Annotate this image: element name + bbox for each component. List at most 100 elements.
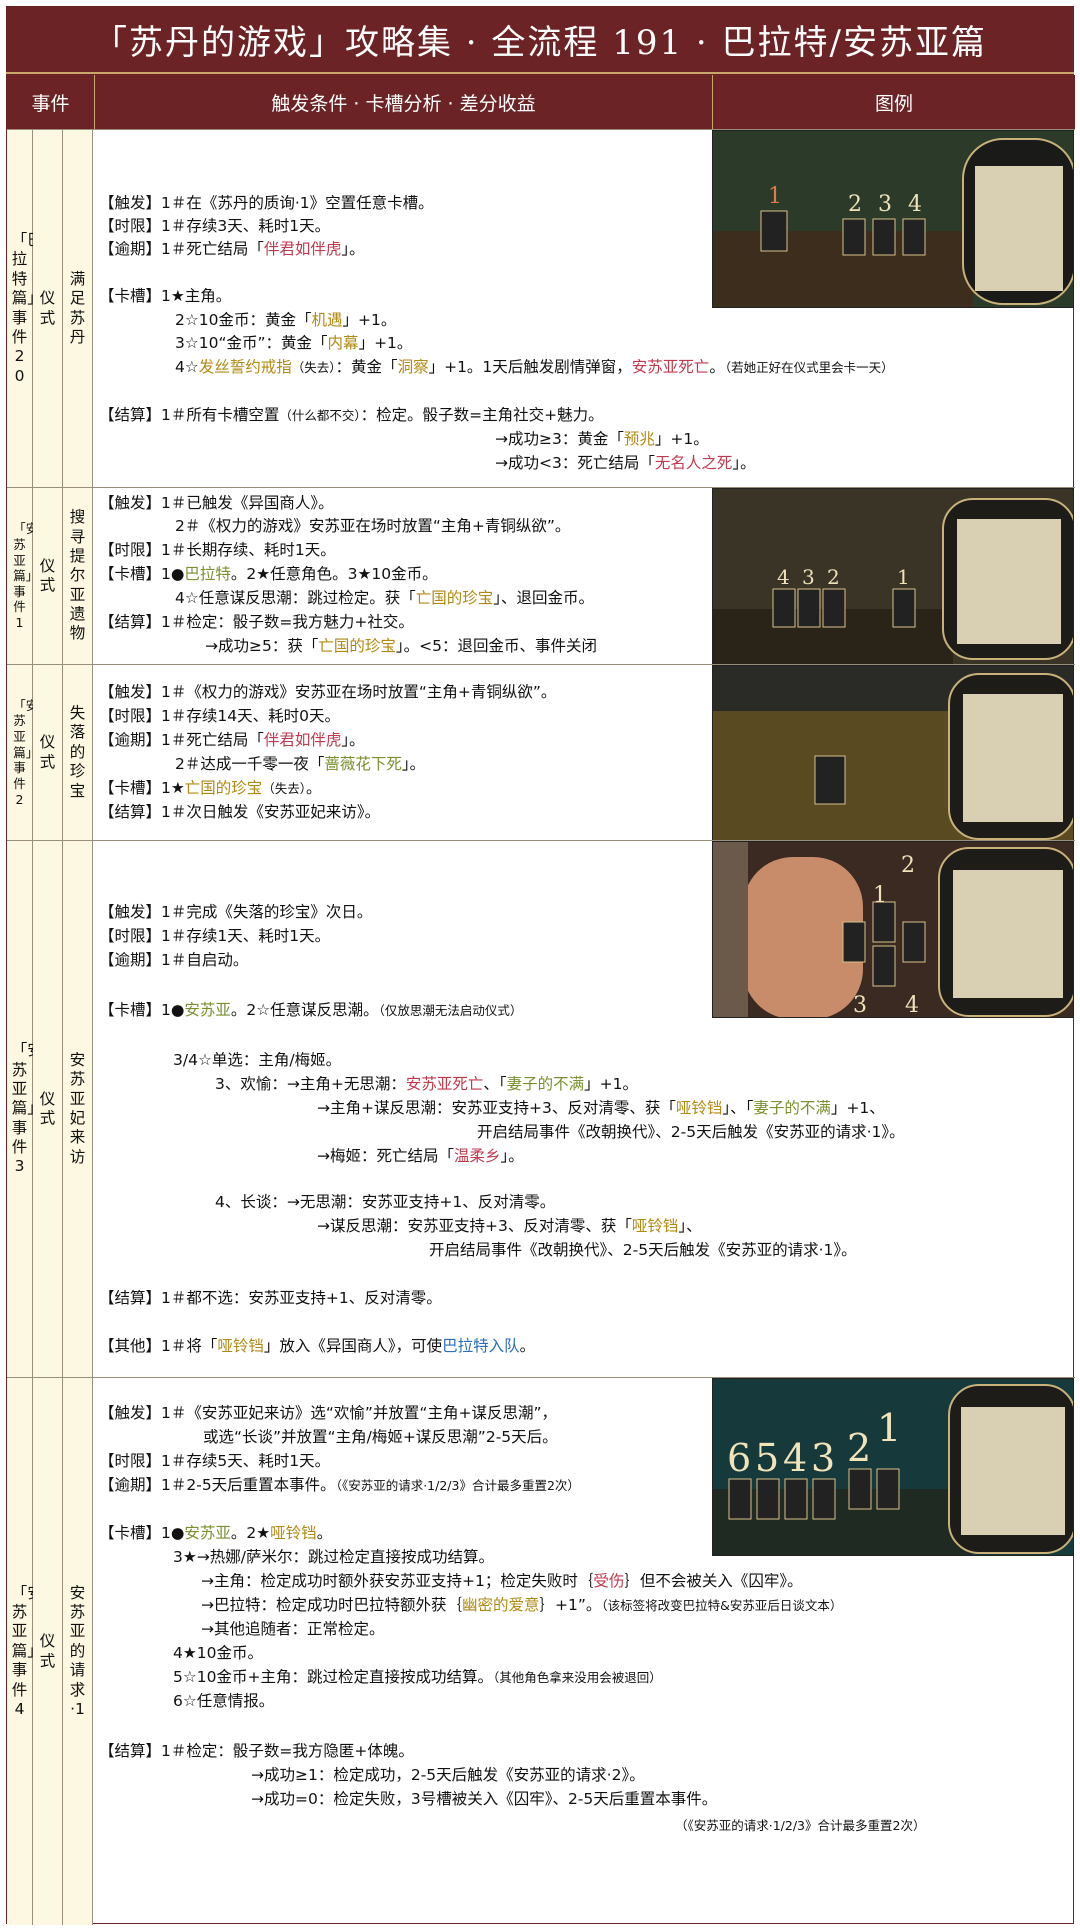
detail-line: 【结算】1＃所有卡槽空置（什么都不交）：检定。骰子数=主角社交+魅力。 — [99, 406, 604, 424]
detail-line: 2＃《权力的游戏》安苏亚在场时放置“主角+青铜纵欲”。 — [175, 517, 571, 535]
detail-line: →主角+谋反思潮：安苏亚支持+3、反对清零、获「哑铃铛」、「妻子的不满」+1、 — [317, 1099, 885, 1117]
event-name-cell: 安苏亚的请求·1 — [63, 1378, 93, 1925]
detail-line: →巴拉特：检定成功时巴拉特额外获｛幽密的爱意｝+1”。（该标签将改变巴拉特&安苏… — [201, 1596, 843, 1614]
legend-number: 5 — [755, 1436, 779, 1480]
legend-number: 1 — [877, 1406, 901, 1450]
event-name-cell: 安苏亚妃来访 — [63, 841, 93, 1377]
legend-illustration: 4 3 2 1 — [713, 489, 1073, 664]
detail-line: 【逾期】1＃2-5天后重置本事件。（《安苏亚的请求·1/2/3》合计最多重置2次… — [99, 1476, 580, 1494]
legend-number: 1 — [768, 184, 782, 209]
detail-line: →成功≥1：检定成功，2-5天后触发《安苏亚的请求·2》。 — [251, 1766, 645, 1784]
legend-illustration: 6 5 4 3 2 1 — [713, 1379, 1073, 1555]
detail-line: 【触发】1＃已触发《异国商人》。 — [99, 494, 334, 512]
legend-number: 2 — [901, 853, 915, 878]
legend-screenshot: 1 2 3 4 — [712, 841, 1074, 1018]
legend-illustration — [713, 666, 1073, 840]
event-type-cell: 仪式 — [33, 488, 63, 664]
detail-line: 【卡槽】1●安苏亚。2☆任意谋反思潮。（仅放思潮无法启动仪式） — [99, 1001, 523, 1019]
event-type-cell: 仪式 — [33, 841, 63, 1377]
detail-line: →成功<3：死亡结局「无名人之死」。 — [495, 454, 756, 472]
legend-number: 4 — [777, 565, 790, 589]
detail-line: 开启结局事件《改朝换代》、2-5天后触发《安苏亚的请求·1》。 — [477, 1123, 905, 1141]
event-row-ansuya-1: 「安苏亚篇」事件1 仪式 搜寻提尔亚遗物 【触发】1＃已触发《异国商人》。 2＃… — [7, 487, 1075, 665]
legend-number: 4 — [905, 993, 919, 1018]
detail-line: 3☆10“金币”：黄金「内幕」+1。 — [175, 334, 413, 352]
detail-line: 或选“长谈”并放置“主角/梅姬+谋反思潮”2-5天后。 — [203, 1428, 558, 1446]
detail-line: 4☆发丝誓约戒指（失去）：黄金「洞察」+1。1天后触发剧情弹窗，安苏亚死亡。（若… — [175, 358, 894, 376]
detail-line: →其他追随者：正常检定。 — [201, 1620, 385, 1638]
detail-line: 【逾期】1＃自启动。 — [99, 951, 249, 969]
event-name-cell: 失落的珍宝 — [63, 665, 93, 840]
event-series-cell: 「安苏亚篇」事件4 — [7, 1378, 43, 1925]
detail-line: 4☆任意谋反思潮：跳过检定。获「亡国的珍宝」、退回金币。 — [175, 589, 595, 607]
event-row-ansuya-4: 「安苏亚篇」事件4 仪式 安苏亚的请求·1 【触发】1＃《安苏亚妃来访》选“欢愉… — [7, 1377, 1075, 1925]
detail-line: 【卡槽】1★亡国的珍宝（失去）。 — [99, 779, 322, 797]
detail-line: 2＃达成一千零一夜「蔷薇花下死」。 — [175, 755, 426, 773]
detail-line: 3、欢愉：→主角+无思潮：安苏亚死亡、「妻子的不满」+1。 — [215, 1075, 638, 1093]
event-type-cell: 仪式 — [33, 130, 63, 487]
legend-number: 3 — [853, 993, 867, 1018]
legend-number: 2 — [848, 192, 862, 217]
detail-line: 【其他】1＃将「哑铃铛」放入《异国商人》，可使巴拉特入队。 — [99, 1337, 536, 1355]
event-row-ansuya-3: 「安苏亚篇」事件3 仪式 安苏亚妃来访 【触发】1＃完成《失落的珍宝》次日。 【… — [7, 840, 1075, 1377]
detail-line: 5☆10金币+主角：跳过检定直接按成功结算。（其他角色拿来没用会被退回） — [173, 1668, 662, 1686]
guide-table: 事件 触发条件 · 卡槽分析 · 差分收益 图例 「巴拉特篇」事件20 仪式 满… — [6, 74, 1075, 1925]
detail-line: 3★→热娜/萨米尔：跳过检定直接按成功结算。 — [173, 1548, 494, 1566]
header-legend: 图例 — [713, 75, 1075, 129]
legend-screenshot: 1 2 3 4 — [712, 130, 1074, 308]
detail-line: 【时限】1＃存续3天、耗时1天。 — [99, 217, 331, 235]
legend-number: 1 — [873, 883, 887, 908]
detail-line: 4、长谈：→无思潮：安苏亚支持+1、反对清零。 — [215, 1193, 556, 1211]
event-series-cell: 「巴拉特篇」事件20 — [7, 130, 43, 487]
legend-number: 3 — [811, 1436, 835, 1480]
legend-number: 1 — [897, 565, 910, 589]
legend-number: 2 — [847, 1426, 871, 1470]
detail-line: 【卡槽】1●安苏亚。2★哑铃铛。 — [99, 1524, 333, 1542]
header-event: 事件 — [7, 75, 95, 129]
legend-illustration: 1 2 3 4 — [713, 131, 1073, 307]
detail-line: 2☆10金币：黄金「机遇」+1。 — [175, 311, 397, 329]
legend-screenshot: 4 3 2 1 — [712, 488, 1074, 665]
detail-line: （《安苏亚的请求·1/2/3》合计最多重置2次） — [675, 1818, 926, 1833]
detail-line: 【卡槽】1★主角。 — [99, 287, 232, 305]
detail-line: 【结算】1＃检定：骰子数=我方魅力+社交。 — [99, 613, 414, 631]
page-title: 「苏丹的游戏」攻略集 · 全流程 191 · 巴拉特/安苏亚篇 — [92, 22, 987, 63]
legend-number: 6 — [727, 1436, 751, 1480]
detail-line: →成功≥5：获「亡国的珍宝」。<5：退回金币、事件关闭 — [205, 637, 597, 655]
page-title-bar: 「苏丹的游戏」攻略集 · 全流程 191 · 巴拉特/安苏亚篇 — [6, 6, 1074, 74]
legend-screenshot: 6 5 4 3 2 1 — [712, 1378, 1074, 1556]
detail-line: 【卡槽】1●巴拉特。2★任意角色。3★10金币。 — [99, 565, 438, 583]
detail-line: 【触发】1＃《权力的游戏》安苏亚在场时放置“主角+青铜纵欲”。 — [99, 683, 557, 701]
detail-line: →梅姬：死亡结局「温柔乡」。 — [317, 1147, 524, 1165]
legend-illustration: 1 2 3 4 — [713, 842, 1073, 1018]
legend-number: 4 — [908, 192, 922, 217]
detail-line: 3/4☆单选：主角/梅姬。 — [173, 1051, 342, 1069]
event-series-cell: 「安苏亚篇」事件2 — [7, 665, 38, 840]
detail-line: 【触发】1＃在《苏丹的质询·1》空置任意卡槽。 — [99, 194, 434, 212]
legend-number: 4 — [783, 1436, 807, 1480]
detail-line: 【触发】1＃完成《失落的珍宝》次日。 — [99, 903, 373, 921]
detail-line: 【结算】1＃检定：骰子数=我方隐匿+体魄。 — [99, 1742, 414, 1760]
event-type-cell: 仪式 — [33, 1378, 63, 1925]
event-row-barat-20: 「巴拉特篇」事件20 仪式 满足苏丹 【触发】1＃在《苏丹的质询·1》空置任意卡… — [7, 129, 1075, 487]
detail-line: 【逾期】1＃死亡结局「伴君如伴虎」。 — [99, 240, 365, 258]
detail-line: 【时限】1＃存续1天、耗时1天。 — [99, 927, 331, 945]
legend-screenshot — [712, 665, 1074, 841]
detail-line: 开启结局事件《改朝换代》、2-5天后触发《安苏亚的请求·1》。 — [429, 1241, 857, 1259]
detail-line: 6☆任意情报。 — [173, 1692, 275, 1710]
detail-line: 【时限】1＃长期存续、耗时1天。 — [99, 541, 336, 559]
detail-line: 【时限】1＃存续5天、耗时1天。 — [99, 1452, 331, 1470]
detail-line: 【结算】1＃都不选：安苏亚支持+1、反对清零。 — [99, 1289, 442, 1307]
legend-number: 3 — [802, 565, 815, 589]
event-row-ansuya-2: 「安苏亚篇」事件2 仪式 失落的珍宝 【触发】1＃《权力的游戏》安苏亚在场时放置… — [7, 664, 1075, 841]
detail-line: 【触发】1＃《安苏亚妃来访》选“欢愉”并放置“主角+谋反思潮”， — [99, 1404, 557, 1422]
event-series-cell: 「安苏亚篇」事件1 — [7, 488, 38, 664]
detail-line: →成功≥3：黄金「预兆」+1。 — [495, 430, 709, 448]
header-detail: 触发条件 · 卡槽分析 · 差分收益 — [95, 75, 713, 129]
detail-line: 【逾期】1＃死亡结局「伴君如伴虎」。 — [99, 731, 365, 749]
detail-line: →成功=0：检定失败，3号槽被关入《囚牢》、2-5天后重置本事件。 — [251, 1790, 718, 1808]
event-name-cell: 满足苏丹 — [63, 130, 93, 487]
event-type-cell: 仪式 — [33, 665, 63, 840]
detail-line: 【时限】1＃存续14天、耗时0天。 — [99, 707, 340, 725]
event-series-cell: 「安苏亚篇」事件3 — [7, 841, 43, 1377]
